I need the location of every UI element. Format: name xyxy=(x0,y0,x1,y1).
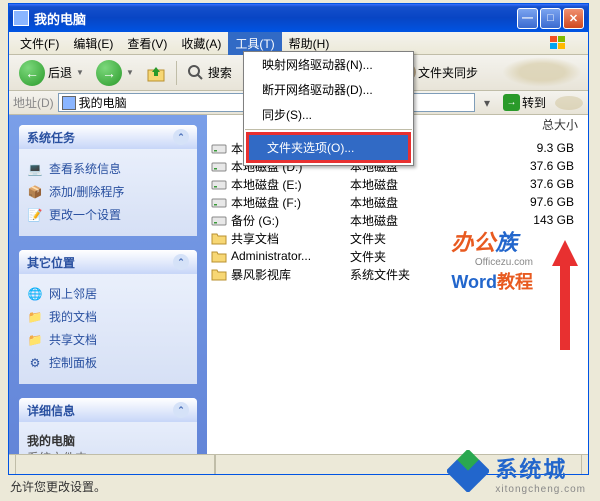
chevron-down-icon: ▼ xyxy=(76,68,84,77)
search-icon xyxy=(187,64,205,82)
menu-view[interactable]: 查看(V) xyxy=(120,32,174,55)
collapse-icon: ⌃ xyxy=(173,129,189,145)
titlebar[interactable]: 我的电脑 — □ ✕ xyxy=(9,4,588,32)
settings-icon: 📝 xyxy=(27,207,43,223)
xitongcheng-logo-icon xyxy=(447,450,489,497)
drive-name: 备份 (G:) xyxy=(231,212,346,229)
info-icon: 💻 xyxy=(27,161,43,177)
annotation-arrow xyxy=(552,240,578,353)
sidebar-item-system-info[interactable]: 💻 查看系统信息 xyxy=(27,157,189,180)
my-computer-icon xyxy=(13,10,29,26)
sidebar-item-shared-docs[interactable]: 📁 共享文档 xyxy=(27,328,189,351)
menu-item-sync[interactable]: 同步(S)... xyxy=(244,102,413,127)
sidebar-item-my-documents[interactable]: 📁 我的文档 xyxy=(27,305,189,328)
menu-edit[interactable]: 编辑(E) xyxy=(66,32,120,55)
column-header-size[interactable]: 总大小 xyxy=(542,115,588,133)
panel-other-places: 其它位置 ⌃ 🌐 网上邻居 📁 我的文档 📁 共享文档 xyxy=(19,250,197,384)
menu-file[interactable]: 文件(F) xyxy=(13,32,66,55)
watermark-officezu: 办公族 Officezu.com Word教程 xyxy=(451,225,533,294)
drive-row[interactable]: 本地磁盘 (E:)本地磁盘 37.6 GB xyxy=(207,175,588,193)
folder-sync-button[interactable]: 文件夹同步 xyxy=(418,64,478,81)
network-icon: 🌐 xyxy=(27,286,43,302)
drive-name: 暴风影视库 xyxy=(231,266,346,283)
shared-docs-icon: 📁 xyxy=(27,332,43,348)
go-icon: → xyxy=(503,94,520,111)
sidebar: 系统任务 ⌃ 💻 查看系统信息 📦 添加/删除程序 📝 更改一个设置 xyxy=(9,115,207,454)
drive-icon xyxy=(211,212,227,228)
menu-item-folder-options[interactable]: 文件夹选项(O)... xyxy=(249,135,408,160)
addrbar-decoration xyxy=(554,94,584,112)
detail-name: 我的电脑 xyxy=(27,434,75,448)
drive-type: 本地磁盘 xyxy=(350,176,440,193)
drive-size: 9.3 GB xyxy=(444,141,584,155)
address-dropdown-button[interactable]: ▾ xyxy=(479,96,495,110)
close-button[interactable]: ✕ xyxy=(563,8,584,29)
drive-name: Administrator... xyxy=(231,249,346,263)
drive-type: 本地磁盘 xyxy=(350,194,440,211)
go-button[interactable]: → 转到 xyxy=(499,94,550,111)
drive-type: 系统文件夹 xyxy=(350,266,440,283)
menu-favorites[interactable]: 收藏(A) xyxy=(174,32,228,55)
search-button[interactable]: 搜索 xyxy=(183,62,236,84)
control-panel-icon: ⚙ xyxy=(27,355,43,371)
collapse-icon: ⌃ xyxy=(173,254,189,270)
panel-header[interactable]: 详细信息 ⌃ xyxy=(19,398,197,422)
documents-icon: 📁 xyxy=(27,309,43,325)
up-button[interactable] xyxy=(142,61,170,85)
back-button[interactable]: ← 后退 ▼ xyxy=(15,58,88,88)
drive-name: 本地磁盘 (E:) xyxy=(231,176,346,193)
tools-dropdown: 映射网络驱动器(N)... 断开网络驱动器(D)... 同步(S)... 文件夹… xyxy=(243,51,414,166)
drive-type: 文件夹 xyxy=(350,230,440,247)
forward-icon: → xyxy=(96,60,122,86)
drive-size: 37.6 GB xyxy=(444,177,584,191)
back-icon: ← xyxy=(19,60,45,86)
maximize-button[interactable]: □ xyxy=(540,8,561,29)
watermark-xitongcheng: 系统城 xitongcheng.com xyxy=(447,450,586,497)
drive-size: 97.6 GB xyxy=(444,195,584,209)
drive-icon xyxy=(211,158,227,174)
panel-details: 详细信息 ⌃ 我的电脑 系统文件夹 xyxy=(19,398,197,454)
drive-type: 文件夹 xyxy=(350,248,440,265)
windows-logo-icon xyxy=(548,34,584,52)
menu-item-map-drive[interactable]: 映射网络驱动器(N)... xyxy=(244,52,413,77)
address-label: 地址(D) xyxy=(13,94,54,111)
sidebar-item-network[interactable]: 🌐 网上邻居 xyxy=(27,282,189,305)
forward-button[interactable]: → ▼ xyxy=(92,58,138,88)
folder-icon xyxy=(211,248,227,264)
drive-name: 共享文档 xyxy=(231,230,346,247)
panel-header[interactable]: 系统任务 ⌃ xyxy=(19,125,197,149)
drive-icon xyxy=(211,140,227,156)
sidebar-item-add-remove[interactable]: 📦 添加/删除程序 xyxy=(27,180,189,203)
sidebar-item-change-setting[interactable]: 📝 更改一个设置 xyxy=(27,203,189,226)
menu-item-disconnect-drive[interactable]: 断开网络驱动器(D)... xyxy=(244,77,413,102)
drive-row[interactable]: 本地磁盘 (F:)本地磁盘 97.6 GB xyxy=(207,193,588,211)
status-tip: 允许您更改设置。 xyxy=(10,478,106,495)
drive-type: 本地磁盘 xyxy=(350,212,440,229)
collapse-icon: ⌃ xyxy=(173,402,189,418)
my-computer-icon xyxy=(62,96,76,110)
panel-header[interactable]: 其它位置 ⌃ xyxy=(19,250,197,274)
folder-icon xyxy=(211,230,227,246)
drive-name: 本地磁盘 (F:) xyxy=(231,194,346,211)
drive-icon xyxy=(211,194,227,210)
panel-system-tasks: 系统任务 ⌃ 💻 查看系统信息 📦 添加/删除程序 📝 更改一个设置 xyxy=(19,125,197,236)
drive-icon xyxy=(211,176,227,192)
toolbar-decoration xyxy=(502,57,582,87)
add-remove-icon: 📦 xyxy=(27,184,43,200)
annotation-highlight: 文件夹选项(O)... xyxy=(246,132,411,163)
drive-size: 37.6 GB xyxy=(444,159,584,173)
status-cell xyxy=(15,455,215,474)
minimize-button[interactable]: — xyxy=(517,8,538,29)
chevron-down-icon: ▼ xyxy=(126,68,134,77)
folder-icon xyxy=(211,266,227,282)
window-title: 我的电脑 xyxy=(34,9,517,28)
sidebar-item-control-panel[interactable]: ⚙ 控制面板 xyxy=(27,351,189,374)
folder-up-icon xyxy=(146,63,166,83)
